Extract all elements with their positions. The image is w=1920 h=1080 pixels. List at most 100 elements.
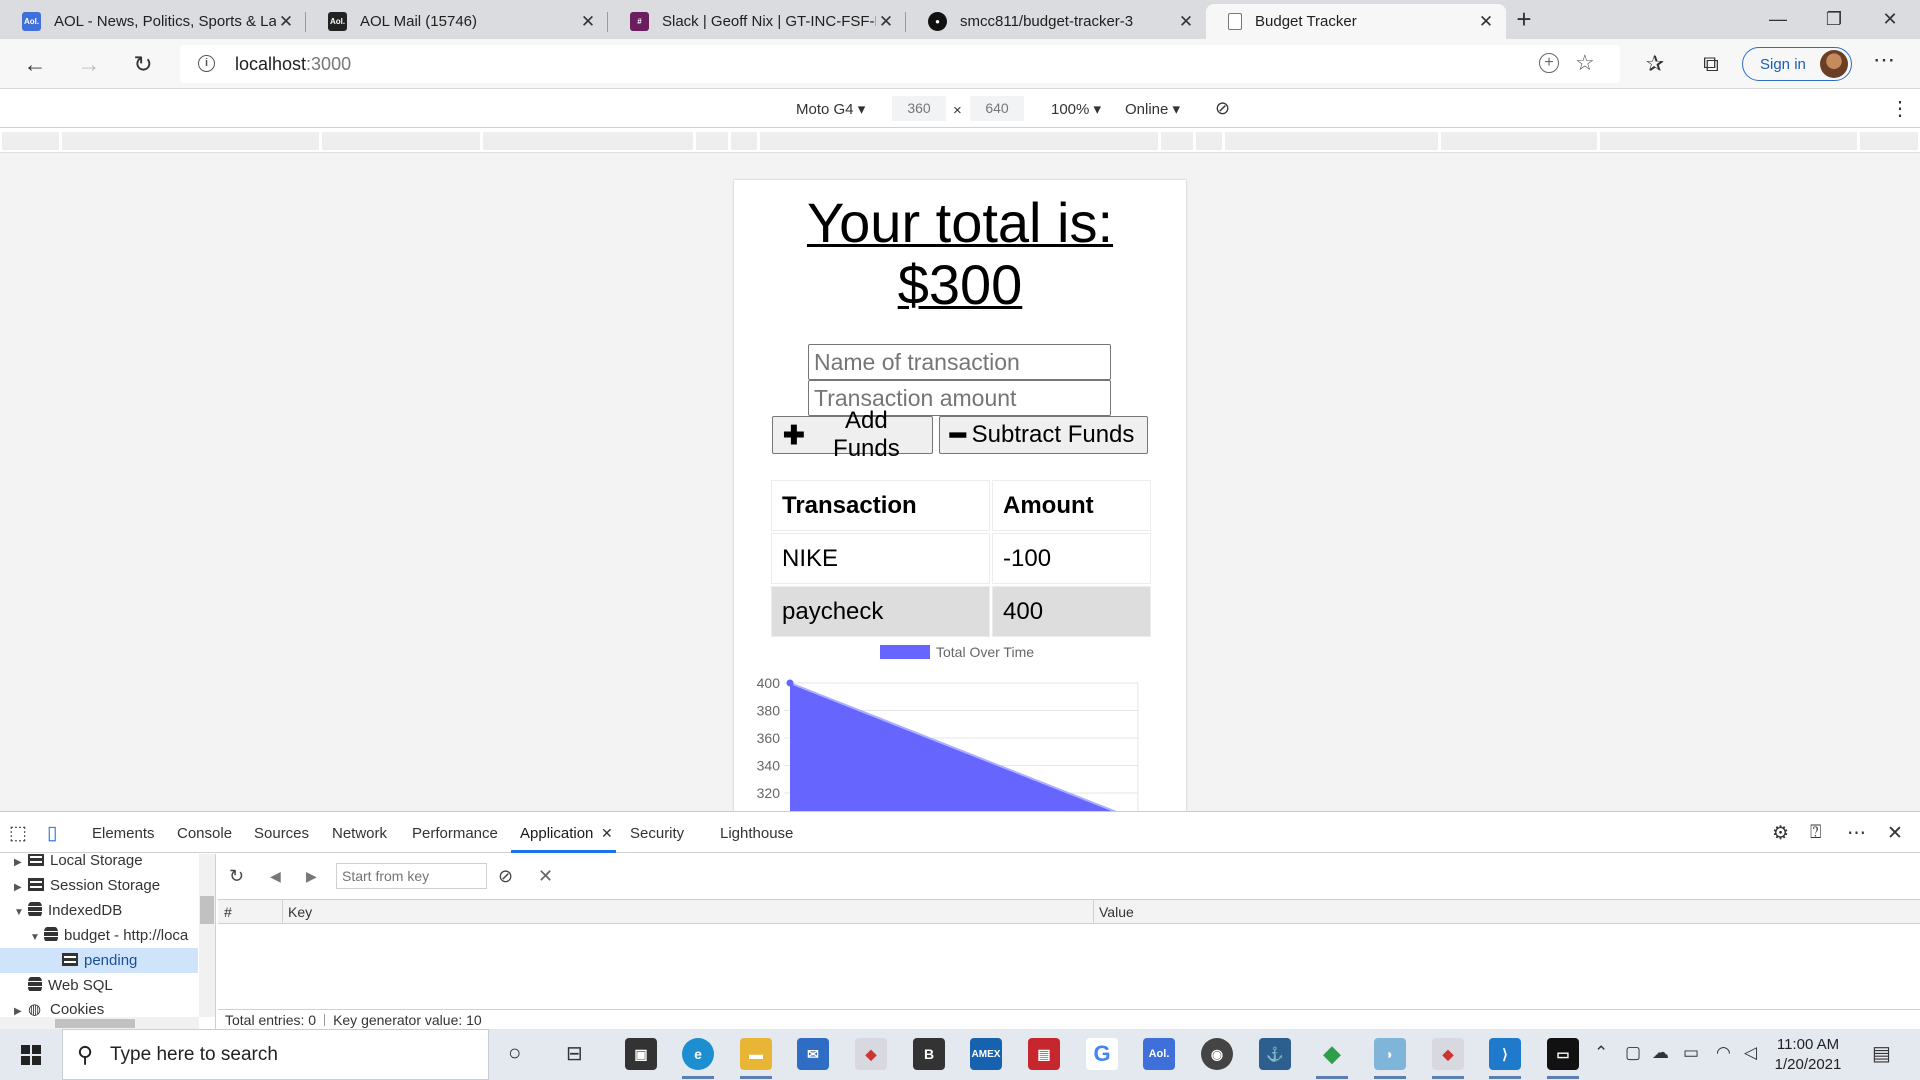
tab-performance[interactable]: Performance xyxy=(412,825,498,842)
browser-tab-budget-tracker[interactable]: Budget Tracker ✕ xyxy=(1206,4,1506,39)
tab-lighthouse[interactable]: Lighthouse xyxy=(720,825,793,842)
favorite-star-icon[interactable]: ☆ xyxy=(1575,50,1595,76)
media-query-segment[interactable] xyxy=(1225,132,1438,150)
google-icon[interactable]: G xyxy=(1086,1038,1118,1070)
browser-tab-aol-mail[interactable]: Aol. AOL Mail (15746) ✕ xyxy=(306,4,608,39)
compass-icon[interactable]: ◗ xyxy=(1374,1038,1406,1079)
mongodb-icon[interactable]: ◆ xyxy=(1316,1038,1348,1079)
task-view-icon[interactable]: ⊟ xyxy=(566,1041,583,1066)
media-query-segment[interactable] xyxy=(483,132,693,150)
more-options-icon[interactable]: ⋯ xyxy=(1847,822,1866,845)
feedback-icon[interactable]: ⍰ xyxy=(1810,822,1821,844)
browser-tab-github[interactable]: ● smcc811/budget-tracker-3 ✕ xyxy=(906,4,1206,39)
media-query-segment[interactable] xyxy=(1196,132,1222,150)
browser-tab-slack[interactable]: # Slack | Geoff Nix | GT-INC-FSF-PT ✕ xyxy=(608,4,906,39)
taskbar-clock[interactable]: 11:00 AM 1/20/2021 xyxy=(1760,1035,1856,1075)
add-funds-button[interactable]: ✚ Add Funds xyxy=(772,407,933,462)
tab-sources[interactable]: Sources xyxy=(254,825,309,842)
next-page-icon[interactable]: ▶ xyxy=(306,868,317,885)
volume-icon[interactable]: ◁ xyxy=(1744,1043,1757,1063)
tab-console[interactable]: Console xyxy=(177,825,232,842)
tab-security[interactable]: Security xyxy=(630,825,684,842)
tab-application[interactable]: Application xyxy=(520,825,593,842)
zoom-select[interactable]: 100% ▾ xyxy=(1051,100,1101,118)
info-icon[interactable]: i xyxy=(198,55,215,72)
close-icon[interactable]: ✕ xyxy=(876,12,896,32)
wifi-icon[interactable]: ◠ xyxy=(1716,1043,1731,1063)
width-input[interactable]: 360 xyxy=(892,96,946,121)
cortana-icon[interactable]: ○ xyxy=(508,1040,521,1066)
vscode-icon[interactable]: ⟩ xyxy=(1489,1038,1521,1079)
git-app-icon[interactable]: ◆ xyxy=(855,1038,887,1070)
notifications-icon[interactable]: ▤ xyxy=(1872,1041,1891,1066)
media-query-segment[interactable] xyxy=(2,132,59,150)
rotate-icon[interactable]: ⊘ xyxy=(1215,98,1230,119)
sidebar-item-budget-db[interactable]: ▼ budget - http://loca xyxy=(30,923,198,948)
close-icon[interactable]: ✕ xyxy=(1476,12,1496,32)
media-query-segment[interactable] xyxy=(1860,132,1918,150)
throttle-select[interactable]: Online ▾ xyxy=(1125,100,1180,118)
address-bar[interactable]: i localhost:3000 + ☆ xyxy=(180,45,1620,83)
new-tab-button[interactable]: + xyxy=(1512,4,1536,36)
edge-icon[interactable]: e xyxy=(682,1038,714,1079)
tab-elements[interactable]: Elements xyxy=(92,825,155,842)
media-query-segment[interactable] xyxy=(1161,132,1193,150)
close-icon[interactable]: ✕ xyxy=(578,12,598,32)
device-select[interactable]: Moto G4 ▾ xyxy=(796,100,865,118)
b-app-icon[interactable]: B xyxy=(913,1038,945,1070)
sidebar-item-indexeddb[interactable]: ▼ IndexedDB xyxy=(14,898,122,923)
start-button[interactable] xyxy=(0,1029,62,1080)
media-query-segment[interactable] xyxy=(731,132,757,150)
forward-button[interactable]: → xyxy=(73,48,105,80)
sidebar-item-local-storage[interactable]: ▶ Local Storage xyxy=(14,854,143,873)
media-query-segment[interactable] xyxy=(696,132,728,150)
collections-icon[interactable]: ⧉ xyxy=(1697,51,1725,77)
github-desktop-icon[interactable]: ◉ xyxy=(1201,1038,1233,1070)
media-query-segment[interactable] xyxy=(760,132,1158,150)
inspect-element-icon[interactable]: ⬚ xyxy=(9,822,27,845)
subtract-funds-button[interactable]: ━ Subtract Funds xyxy=(939,416,1148,454)
expand-arrow-icon[interactable]: ▶ xyxy=(14,875,28,900)
close-icon[interactable]: ✕ xyxy=(1176,12,1196,32)
collapse-arrow-icon[interactable]: ▼ xyxy=(30,925,44,948)
restore-button[interactable]: ❐ xyxy=(1811,2,1857,36)
device-more-icon[interactable]: ⋮ xyxy=(1890,96,1910,121)
mysql-icon[interactable]: ⚓ xyxy=(1259,1038,1291,1070)
favorites-icon[interactable]: ✰ xyxy=(1641,51,1669,77)
media-query-segment[interactable] xyxy=(1600,132,1857,150)
close-devtools-icon[interactable]: ✕ xyxy=(1887,822,1903,845)
sidebar-item-session-storage[interactable]: ▶ Session Storage xyxy=(14,873,160,898)
refresh-button[interactable]: ↻ xyxy=(127,48,159,80)
meet-now-icon[interactable]: ▢ xyxy=(1625,1043,1641,1063)
sidebar-vertical-scrollbar[interactable] xyxy=(199,854,215,1017)
file-explorer-icon[interactable]: ▬ xyxy=(740,1038,772,1079)
scrollbar-thumb[interactable] xyxy=(200,896,214,924)
onedrive-icon[interactable]: ☁ xyxy=(1652,1043,1669,1063)
start-from-key-input[interactable] xyxy=(336,863,487,889)
terminal-icon[interactable]: ▭ xyxy=(1547,1038,1579,1079)
battery-icon[interactable]: ▭ xyxy=(1683,1043,1699,1063)
column-header-key[interactable]: Key xyxy=(288,904,312,920)
amex-icon[interactable]: AMEX xyxy=(970,1038,1002,1070)
media-query-segment[interactable] xyxy=(62,132,319,150)
close-icon[interactable]: ✕ xyxy=(601,825,613,842)
minimize-button[interactable]: — xyxy=(1755,2,1801,36)
expand-arrow-icon[interactable]: ▶ xyxy=(14,854,28,875)
back-button[interactable]: ← xyxy=(19,48,51,80)
refresh-icon[interactable]: ↻ xyxy=(229,866,244,887)
taskbar-search-box[interactable]: ⚲ Type here to search xyxy=(62,1029,489,1080)
tab-network[interactable]: Network xyxy=(332,825,387,842)
media-query-segment[interactable] xyxy=(322,132,480,150)
column-header-value[interactable]: Value xyxy=(1099,904,1134,920)
height-input[interactable]: 640 xyxy=(970,96,1024,121)
collapse-arrow-icon[interactable]: ▼ xyxy=(14,900,28,925)
window-close-button[interactable]: ✕ xyxy=(1867,2,1913,36)
clear-object-store-icon[interactable]: ⊘ xyxy=(498,866,513,887)
more-menu-icon[interactable]: ⋯ xyxy=(1870,47,1898,73)
gitkraken-icon[interactable]: ◆ xyxy=(1432,1038,1464,1079)
show-hidden-icons[interactable]: ⌃ xyxy=(1594,1043,1608,1063)
scrollbar-thumb[interactable] xyxy=(55,1019,135,1028)
sidebar-item-pending[interactable]: pending xyxy=(0,948,198,973)
delete-selected-icon[interactable]: ✕ xyxy=(538,866,553,887)
sidebar-item-web-sql[interactable]: Web SQL xyxy=(28,973,113,998)
